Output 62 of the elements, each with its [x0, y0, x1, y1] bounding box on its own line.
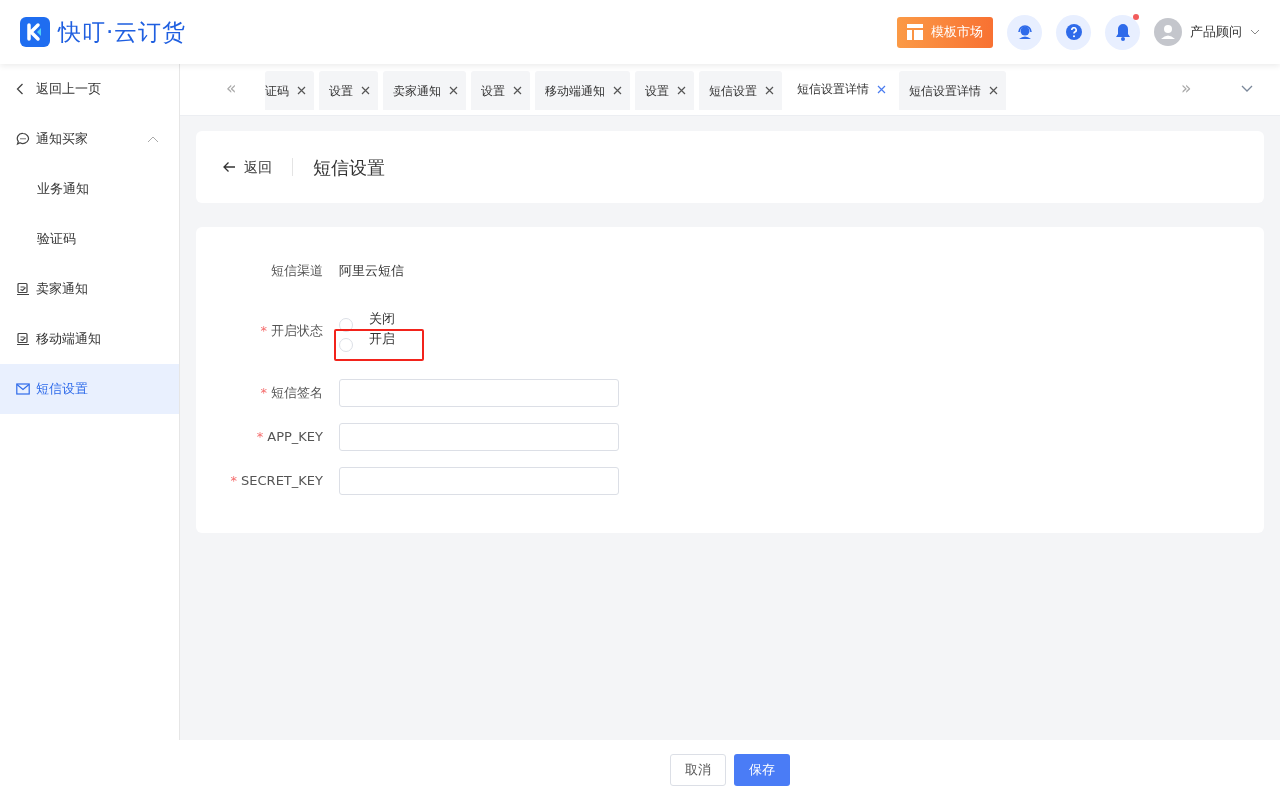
- back-button[interactable]: 返回: [222, 156, 272, 178]
- help-button[interactable]: [1056, 14, 1091, 50]
- field-label: 短信渠道: [271, 263, 323, 278]
- sidebar-item[interactable]: 业务通知: [0, 164, 179, 214]
- notifications-button[interactable]: [1105, 14, 1140, 50]
- field-value: 阿里云短信: [339, 262, 404, 280]
- headset-icon: [1015, 23, 1034, 41]
- close-icon[interactable]: [877, 84, 886, 94]
- input-field[interactable]: [339, 379, 619, 407]
- envelope-icon: [16, 383, 30, 395]
- sidebar-item[interactable]: 卖家通知: [0, 264, 179, 314]
- field-label: SECRET_KEY: [241, 473, 323, 488]
- chevron-down-icon[interactable]: [1241, 85, 1253, 92]
- radio-option[interactable]: 开启: [334, 329, 424, 361]
- page-title: 短信设置: [313, 155, 385, 180]
- input-field[interactable]: [339, 467, 619, 495]
- close-icon[interactable]: [677, 86, 686, 95]
- save-button[interactable]: 保存: [734, 754, 790, 786]
- user-name[interactable]: 产品顾问: [1190, 22, 1242, 42]
- field-label: APP_KEY: [267, 429, 323, 444]
- close-icon[interactable]: [989, 86, 998, 95]
- radio-option[interactable]: 关闭: [339, 311, 429, 331]
- required-mark: *: [230, 473, 238, 488]
- layout-icon: [907, 24, 923, 40]
- chat-bubble-icon: [16, 132, 30, 146]
- help-icon: [1064, 23, 1083, 41]
- input-field[interactable]: [339, 423, 619, 451]
- tab[interactable]: 短信设置详情: [899, 71, 1006, 110]
- note-icon: [16, 332, 30, 346]
- customer-service-button[interactable]: [1007, 14, 1042, 50]
- tab[interactable]: 设置: [635, 71, 694, 110]
- close-icon[interactable]: [513, 86, 522, 95]
- close-icon[interactable]: [297, 86, 306, 95]
- avatar-icon: [1154, 18, 1182, 46]
- sidebar-item[interactable]: 短信设置: [0, 364, 179, 414]
- close-icon[interactable]: [613, 86, 622, 95]
- field-label: 短信签名: [271, 385, 323, 400]
- tab[interactable]: 卖家通知: [383, 71, 466, 110]
- cancel-button[interactable]: 取消: [670, 754, 726, 786]
- required-mark: *: [256, 429, 264, 444]
- logo-text: 快叮·云订货: [58, 17, 187, 47]
- tab[interactable]: 短信设置: [699, 71, 782, 110]
- arrow-left-icon: [222, 161, 236, 173]
- sidebar-item[interactable]: 通知买家: [0, 114, 179, 164]
- note-icon: [16, 282, 30, 296]
- chevron-down-icon[interactable]: [1250, 29, 1260, 35]
- close-icon[interactable]: [765, 86, 774, 95]
- sidebar-item[interactable]: 移动端通知: [0, 314, 179, 364]
- tab[interactable]: 设置: [471, 71, 530, 110]
- required-mark: *: [260, 385, 267, 400]
- tab[interactable]: 设置: [319, 71, 378, 110]
- back-link[interactable]: 返回上一页: [0, 64, 179, 114]
- tab[interactable]: 移动端通知: [535, 71, 630, 110]
- sidebar-item[interactable]: 验证码: [0, 214, 179, 264]
- field-label: 开启状态: [271, 323, 323, 338]
- tab[interactable]: 证码: [265, 71, 314, 110]
- close-icon[interactable]: [361, 86, 370, 95]
- chevron-left-icon: [16, 83, 24, 95]
- required-mark: *: [260, 323, 267, 338]
- close-icon[interactable]: [449, 86, 458, 95]
- logo-icon: [20, 17, 50, 47]
- bell-icon: [1114, 23, 1131, 41]
